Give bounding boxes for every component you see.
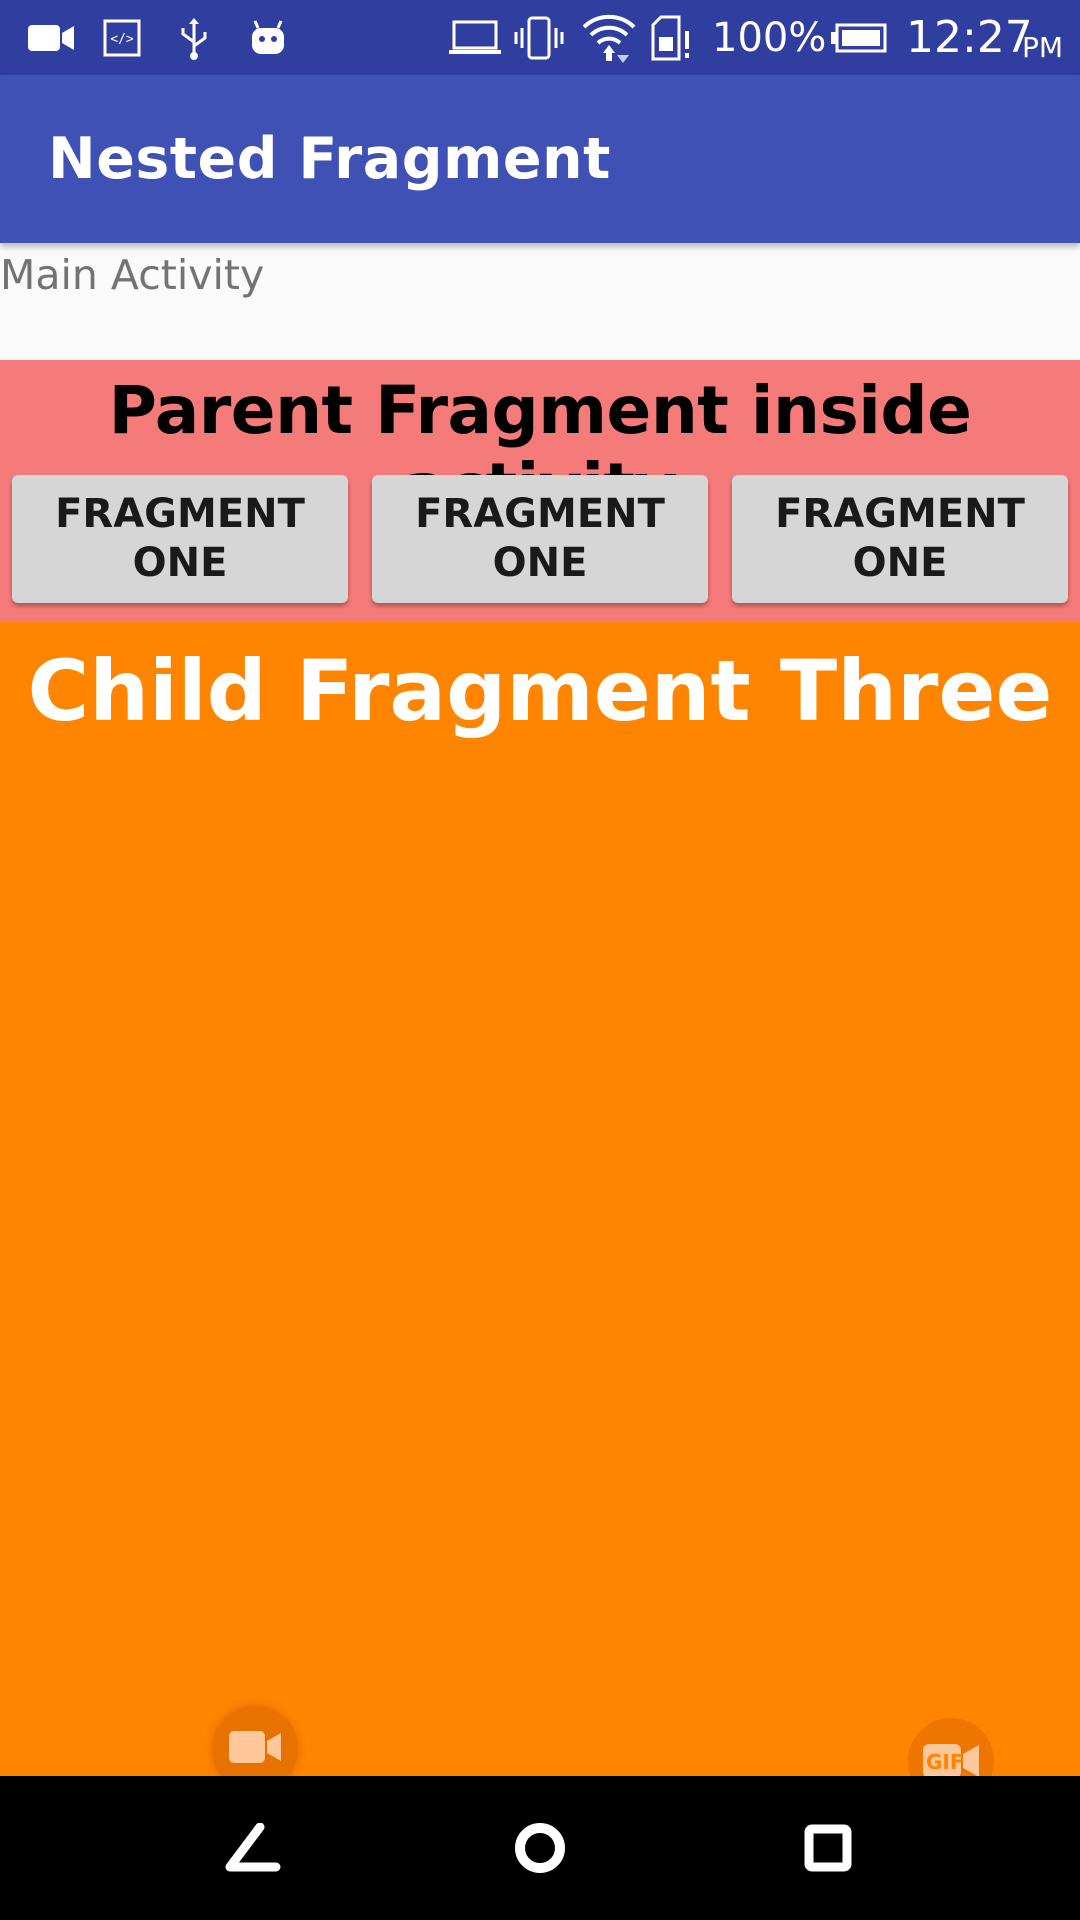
vibrate-icon — [514, 0, 564, 75]
fragment-button-1-label: FRAGMENT ONE — [55, 491, 305, 586]
recents-icon — [804, 1824, 852, 1872]
sd-card-icon — [648, 0, 694, 75]
svg-text:</>: </> — [110, 32, 134, 47]
fragment-button-2-label: FRAGMENT ONE — [415, 491, 665, 586]
fragment-button-1[interactable]: FRAGMENT ONE — [12, 475, 348, 603]
clock-am-pm: PM — [1022, 31, 1064, 64]
navigation-bar — [0, 1776, 1080, 1920]
wifi-icon — [580, 0, 638, 75]
usb-icon — [174, 0, 214, 75]
recents-button[interactable] — [748, 1776, 908, 1920]
parent-fragment: Parent Fragment inside activity FRAGMENT… — [0, 360, 1080, 622]
battery-icon — [828, 0, 888, 75]
screen: </> 100% 12:27 PM Nested Fragment Main A… — [0, 0, 1080, 1920]
home-icon — [515, 1823, 565, 1873]
video-camera-icon — [227, 1727, 283, 1772]
main-activity-label: Main Activity — [0, 251, 265, 299]
android-icon — [246, 0, 290, 75]
video-camera-icon — [24, 0, 78, 75]
child-fragment: Child Fragment Three — [0, 622, 1080, 1776]
status-bar: </> 100% 12:27 PM — [0, 0, 1080, 75]
child-fragment-title: Child Fragment Three — [27, 642, 1053, 740]
laptop-icon — [448, 0, 502, 75]
clock-time: 12:27 — [906, 12, 1033, 63]
back-icon — [225, 1823, 281, 1872]
fragment-button-3[interactable]: FRAGMENT ONE — [732, 475, 1068, 603]
code-icon: </> — [100, 0, 144, 75]
fragment-button-2[interactable]: FRAGMENT ONE — [372, 475, 708, 603]
battery-percent: 100% — [712, 14, 827, 61]
app-title: Nested Fragment — [48, 126, 611, 192]
home-button[interactable] — [460, 1776, 620, 1920]
fragment-button-3-label: FRAGMENT ONE — [775, 491, 1025, 586]
gif-label: GIF — [926, 1750, 964, 1774]
back-button[interactable] — [172, 1776, 332, 1920]
main-activity-area: Main Activity — [0, 243, 1080, 360]
app-bar: Nested Fragment — [0, 75, 1080, 243]
